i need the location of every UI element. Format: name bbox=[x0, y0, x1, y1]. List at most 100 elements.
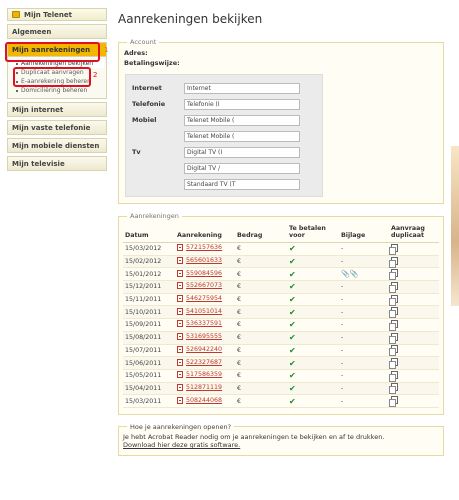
table-row: 15/10/2011 541051014 € ✔ - bbox=[123, 305, 439, 320]
invoice-number: 536337591 bbox=[186, 320, 223, 328]
invoice-amount: € bbox=[235, 331, 287, 345]
sidebar-section-label: Algemeen bbox=[8, 25, 106, 38]
invoice-pdf-link[interactable]: 531695555 bbox=[177, 333, 222, 341]
table-row: 15/02/2012 565601633 € ✔ - bbox=[123, 255, 439, 269]
invoice-number: 517586359 bbox=[186, 371, 223, 379]
sidebar-section-algemeen[interactable]: Algemeen bbox=[7, 24, 107, 39]
account-section: Account Adres: Betalingswijze: Internet … bbox=[118, 38, 444, 204]
invoice-pdf-link[interactable]: 512871119 bbox=[177, 383, 222, 391]
request-duplicate-icon[interactable] bbox=[389, 332, 398, 344]
invoice-date: 15/01/2012 bbox=[123, 267, 175, 282]
pdf-icon bbox=[177, 244, 183, 252]
pdf-icon bbox=[177, 269, 183, 277]
invoice-amount: € bbox=[235, 344, 287, 358]
product-label: Mobiel bbox=[132, 116, 157, 124]
invoice-pdf-link[interactable]: 522327687 bbox=[177, 358, 222, 366]
request-duplicate-icon[interactable] bbox=[389, 256, 398, 268]
invoice-pdf-link[interactable]: 559084596 bbox=[177, 269, 223, 277]
page-title: Aanrekeningen bekijken bbox=[118, 12, 263, 26]
attachment-value: - bbox=[341, 334, 344, 342]
sidebar-section-label: Mijn vaste telefonie bbox=[8, 121, 106, 134]
invoice-number: 559084596 bbox=[186, 269, 223, 277]
request-duplicate-icon[interactable] bbox=[389, 307, 398, 319]
attachment-value: - bbox=[341, 321, 344, 329]
invoice-pdf-link[interactable]: 508244068 bbox=[177, 396, 223, 404]
mijn-telenet-link[interactable]: Mijn Telenet bbox=[7, 8, 107, 21]
request-duplicate-icon[interactable] bbox=[389, 358, 398, 370]
step-1-marker: 1 bbox=[104, 46, 109, 54]
attachment-value: - bbox=[341, 258, 344, 266]
bullet-icon bbox=[16, 90, 18, 92]
invoice-pdf-link[interactable]: 565601633 bbox=[177, 257, 222, 265]
sidebar-section-label: Mijn mobiele diensten bbox=[8, 139, 106, 152]
sidebar-section-vaste-telefonie[interactable]: Mijn vaste telefonie bbox=[7, 120, 107, 135]
table-header-row: Datum Aanrekening Bedrag Te betalen voor… bbox=[123, 222, 439, 243]
pdf-icon bbox=[177, 333, 183, 341]
sidebar-item-domiciliering[interactable]: Domiciliëring beheren bbox=[10, 86, 104, 95]
download-acrobat-link[interactable]: Download hier deze gratis software. bbox=[123, 441, 240, 449]
bullet-icon bbox=[16, 63, 18, 65]
pdf-icon bbox=[177, 282, 183, 290]
invoice-pdf-link[interactable]: 536337591 bbox=[177, 320, 223, 328]
invoice-pdf-link[interactable]: 572157636 bbox=[177, 244, 222, 252]
request-duplicate-icon[interactable] bbox=[389, 281, 398, 293]
attachment-value: - bbox=[341, 283, 344, 291]
attachment-value: - bbox=[341, 372, 344, 380]
invoice-amount: € bbox=[235, 267, 287, 282]
sidebar: Mijn Telenet Algemeen Mijn aanrekeningen… bbox=[5, 8, 109, 174]
request-duplicate-icon[interactable] bbox=[389, 345, 398, 357]
invoice-pdf-link[interactable]: 546275954 bbox=[177, 295, 222, 303]
pdf-icon bbox=[177, 345, 183, 353]
table-row: 15/01/2012 559084596 € ✔ 📎📎 bbox=[123, 267, 439, 282]
invoice-number: 508244068 bbox=[186, 396, 223, 404]
invoice-amount: € bbox=[235, 318, 287, 332]
sidebar-section-televisie[interactable]: Mijn televisie bbox=[7, 156, 107, 171]
paid-check-icon: ✔ bbox=[289, 371, 296, 381]
table-row: 15/12/2011 552667073 € ✔ - bbox=[123, 280, 439, 294]
product-row: Standaard TV (T bbox=[132, 176, 316, 192]
sidebar-section-mobiele-diensten[interactable]: Mijn mobiele diensten bbox=[7, 138, 107, 153]
invoice-amount: € bbox=[235, 356, 287, 370]
pdf-icon bbox=[177, 383, 183, 391]
attachment-value: - bbox=[341, 359, 344, 367]
request-duplicate-icon[interactable] bbox=[389, 396, 398, 408]
paid-check-icon: ✔ bbox=[289, 396, 296, 406]
pdf-icon bbox=[177, 371, 183, 379]
invoice-pdf-link[interactable]: 526942240 bbox=[177, 345, 222, 353]
invoice-date: 15/09/2011 bbox=[123, 318, 175, 332]
attachment-icon[interactable]: 📎📎 bbox=[341, 270, 358, 278]
home-icon bbox=[12, 11, 20, 18]
invoice-number: 552667073 bbox=[186, 282, 223, 290]
invoice-date: 15/11/2011 bbox=[123, 293, 175, 307]
invoice-amount: € bbox=[235, 382, 287, 396]
sidebar-section-label: Mijn televisie bbox=[8, 157, 106, 170]
request-duplicate-icon[interactable] bbox=[389, 294, 398, 306]
invoices-table-body: 15/03/2012 572157636 € ✔ -15/02/2012 56560163… bbox=[123, 242, 439, 408]
pdf-icon bbox=[177, 295, 183, 303]
table-row: 15/03/2012 572157636 € ✔ - bbox=[123, 242, 439, 256]
invoice-pdf-link[interactable]: 552667073 bbox=[177, 282, 223, 290]
invoice-date: 15/12/2011 bbox=[123, 280, 175, 294]
help-legend: Hoe je aanrekeningen openen? bbox=[130, 422, 232, 431]
request-duplicate-icon[interactable] bbox=[389, 319, 398, 331]
sidebar-section-internet[interactable]: Mijn internet bbox=[7, 102, 107, 117]
request-duplicate-icon[interactable] bbox=[389, 243, 398, 255]
paid-check-icon: ✔ bbox=[289, 244, 296, 254]
request-duplicate-icon[interactable] bbox=[389, 370, 398, 382]
col-header-aanrekening: Aanrekening bbox=[175, 222, 235, 243]
product-value: Digital TV / bbox=[184, 162, 300, 174]
pdf-icon bbox=[177, 307, 183, 315]
invoice-amount: € bbox=[235, 255, 287, 269]
col-header-te-betalen: Te betalen voor bbox=[287, 222, 339, 243]
request-duplicate-icon[interactable] bbox=[389, 383, 398, 395]
invoice-date: 15/06/2011 bbox=[123, 356, 175, 370]
products-box: Internet Internet Telefonie Telefonie (I… bbox=[125, 74, 323, 197]
invoice-amount: € bbox=[235, 305, 287, 320]
invoice-pdf-link[interactable]: 541051014 bbox=[177, 307, 222, 315]
invoice-amount: € bbox=[235, 369, 287, 383]
paid-check-icon: ✔ bbox=[289, 282, 296, 292]
request-duplicate-icon[interactable] bbox=[389, 269, 398, 281]
invoice-pdf-link[interactable]: 517586359 bbox=[177, 371, 223, 379]
product-row: Mobiel Telenet Mobile ( bbox=[132, 112, 316, 128]
invoices-section: Aanrekeningen Datum Aanrekening Bedrag T… bbox=[118, 212, 444, 415]
